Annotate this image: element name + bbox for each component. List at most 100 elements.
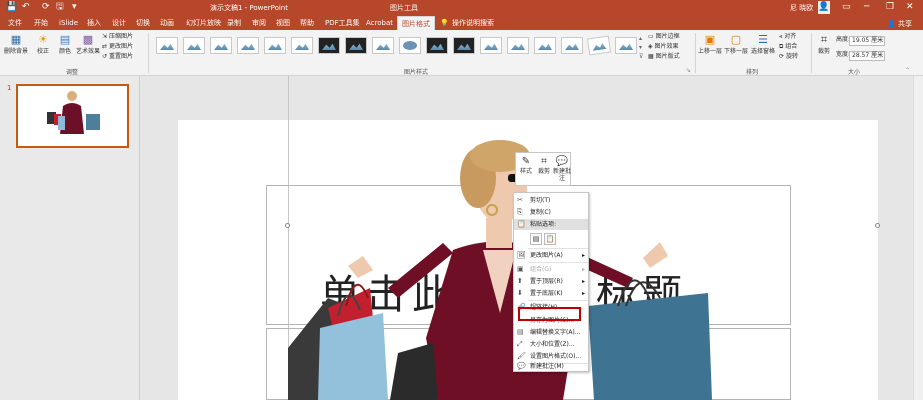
picture-style-1[interactable]	[156, 37, 178, 54]
tab-home[interactable]: 开始	[34, 18, 48, 28]
paste-keep-icon[interactable]: 📋	[544, 233, 556, 245]
align-button[interactable]: ⫷ 对齐	[779, 33, 796, 41]
picture-style-17[interactable]	[586, 35, 612, 56]
picture-style-5[interactable]	[264, 37, 286, 54]
tab-view[interactable]: 视图	[276, 18, 290, 28]
ribbon-display-icon[interactable]: ▭	[842, 1, 851, 14]
bring-forward-button[interactable]: ▣ 上移一层	[698, 33, 722, 55]
customize-qat-icon[interactable]: ▾	[72, 2, 77, 13]
reset-picture-button[interactable]: ↺ 重置图片	[102, 53, 133, 61]
menu-item-size-and-position[interactable]: ⤢ 大小和位置(Z)...	[514, 339, 588, 350]
ribbon: ▦ 删除背景 ☀ 校正 ▤ 颜色 ▩ 艺术效果 ⇲ 压缩图片 ⇄ 更改图片 ↺ …	[0, 30, 923, 76]
selected-picture[interactable]	[288, 138, 712, 400]
paste-picture-icon[interactable]: ▤	[530, 233, 542, 245]
picture-style-9[interactable]	[372, 37, 394, 54]
tab-islide[interactable]: iSlide	[59, 18, 78, 28]
menu-item-new-comment[interactable]: 💬 新建批注(M)	[514, 361, 588, 372]
dialog-launcher-icon[interactable]: ⇘	[686, 67, 691, 75]
height-input[interactable]: 19.05 厘米	[849, 36, 885, 46]
picture-style-13[interactable]	[480, 37, 502, 54]
picture-border-label: 图片边框	[655, 33, 680, 40]
tab-transitions[interactable]: 切换	[136, 18, 150, 28]
picture-style-15[interactable]	[534, 37, 556, 54]
send-to-back-icon: ⬇	[517, 289, 523, 297]
picture-style-11[interactable]	[426, 37, 448, 54]
mini-style-button[interactable]: ✎ 样式	[517, 155, 535, 175]
menu-item-send-to-back[interactable]: ⬇ 置于底层(K) ▸	[514, 288, 588, 299]
undo-icon[interactable]: ↶	[22, 2, 30, 13]
picture-style-12[interactable]	[453, 37, 475, 54]
picture-layout-button[interactable]: ▦ 图片版式	[648, 53, 680, 61]
tab-animations[interactable]: 动画	[160, 18, 174, 28]
tell-me-search[interactable]: 操作说明搜索	[452, 18, 494, 28]
start-from-beginning-icon[interactable]: 🖫	[56, 2, 64, 13]
picture-style-2[interactable]	[183, 37, 205, 54]
gallery-more-icon[interactable]: ⊽	[639, 53, 643, 61]
crop-button[interactable]: ⌗ 裁剪	[815, 33, 833, 55]
artistic-effects-icon: ▩	[82, 33, 94, 46]
send-backward-button[interactable]: ▢ 下移一层	[724, 33, 748, 55]
avatar[interactable]: 👤	[818, 1, 830, 14]
share-button[interactable]: 👤 共享	[887, 19, 912, 29]
width-input[interactable]: 28.57 厘米	[849, 51, 885, 61]
picture-style-18[interactable]	[615, 37, 637, 54]
tab-record[interactable]: 录制	[227, 18, 241, 28]
menu-item-group[interactable]: ▣ 组合(G) ▸	[514, 264, 588, 275]
picture-style-8[interactable]	[345, 37, 367, 54]
picture-style-7[interactable]	[318, 37, 340, 54]
rotate-button[interactable]: ⟳ 旋转	[779, 53, 798, 61]
resize-handle-right[interactable]	[875, 223, 880, 228]
redo-icon[interactable]: ⟳	[42, 2, 50, 13]
mini-crop-button[interactable]: ⌗ 裁剪	[535, 155, 553, 175]
maximize-icon[interactable]: ❐	[886, 1, 894, 14]
tab-slideshow[interactable]: 幻灯片放映	[186, 18, 221, 28]
picture-style-6[interactable]	[291, 37, 313, 54]
corrections-button[interactable]: ☀ 校正	[33, 33, 53, 55]
minimize-icon[interactable]: ─	[864, 1, 869, 14]
tab-picture-format[interactable]: 图片格式	[397, 16, 435, 30]
collapse-ribbon-icon[interactable]: ⌃	[905, 67, 910, 75]
menu-item-bring-to-front[interactable]: ⬆ 置于顶层(R) ▸	[514, 276, 588, 287]
tab-help[interactable]: 帮助	[300, 18, 314, 28]
submenu-arrow-icon: ▸	[581, 266, 585, 273]
remove-background-icon: ▦	[10, 33, 22, 46]
save-icon[interactable]: 💾	[6, 2, 17, 13]
tab-file[interactable]: 文件	[8, 18, 22, 28]
alt-text-icon: ▤	[517, 328, 524, 336]
resize-handle-left[interactable]	[285, 223, 290, 228]
picture-style-16[interactable]	[561, 37, 583, 54]
mini-new-comment-button[interactable]: 💬 新建批注	[553, 155, 571, 182]
size-position-icon: ⤢	[517, 340, 523, 348]
user-name[interactable]: 尼 晓欧	[790, 3, 813, 13]
tab-design[interactable]: 设计	[112, 18, 126, 28]
menu-item-cut[interactable]: ✂ 剪切(T)	[514, 195, 588, 206]
picture-style-14[interactable]	[507, 37, 529, 54]
menu-item-change-picture[interactable]: 🖼 更改图片(A) ▸	[514, 250, 588, 261]
tab-review[interactable]: 审阅	[252, 18, 266, 28]
gallery-scroll-down-icon[interactable]: ▾	[639, 44, 642, 52]
picture-style-10[interactable]	[399, 37, 421, 54]
compress-pictures-button[interactable]: ⇲ 压缩图片	[102, 33, 133, 41]
menu-item-edit-alt-text[interactable]: ▤ 编辑替换文字(A)...	[514, 327, 588, 338]
menu-item-copy[interactable]: ⎘ 复制(C)	[514, 207, 588, 218]
tab-insert[interactable]: 插入	[87, 18, 101, 28]
remove-background-button[interactable]: ▦ 删除背景	[3, 33, 29, 55]
change-picture-button[interactable]: ⇄ 更改图片	[102, 43, 133, 51]
close-icon[interactable]: ✕	[906, 1, 914, 14]
tab-acrobat[interactable]: Acrobat	[366, 18, 393, 28]
color-button[interactable]: ▤ 颜色	[56, 33, 74, 55]
selection-pane-button[interactable]: ☰ 选择窗格	[750, 33, 776, 55]
tab-pdf-tools[interactable]: PDF工具集	[325, 18, 360, 28]
picture-effects-button[interactable]: ◈ 图片效果	[648, 43, 679, 51]
artistic-effects-button[interactable]: ▩ 艺术效果	[76, 33, 100, 55]
picture-border-button[interactable]: ▭ 图片边框	[648, 33, 680, 41]
gallery-scroll-up-icon[interactable]: ▴	[639, 35, 642, 43]
copy-icon: ⎘	[517, 208, 523, 216]
group-button[interactable]: ⧉ 组合	[779, 43, 797, 51]
picture-style-4[interactable]	[237, 37, 259, 54]
picture-style-3[interactable]	[210, 37, 232, 54]
vertical-scrollbar[interactable]	[913, 76, 923, 400]
selection-pane-label: 选择窗格	[750, 48, 775, 55]
style-icon: ✎	[521, 156, 531, 167]
slide-thumbnail-1[interactable]	[16, 84, 129, 148]
